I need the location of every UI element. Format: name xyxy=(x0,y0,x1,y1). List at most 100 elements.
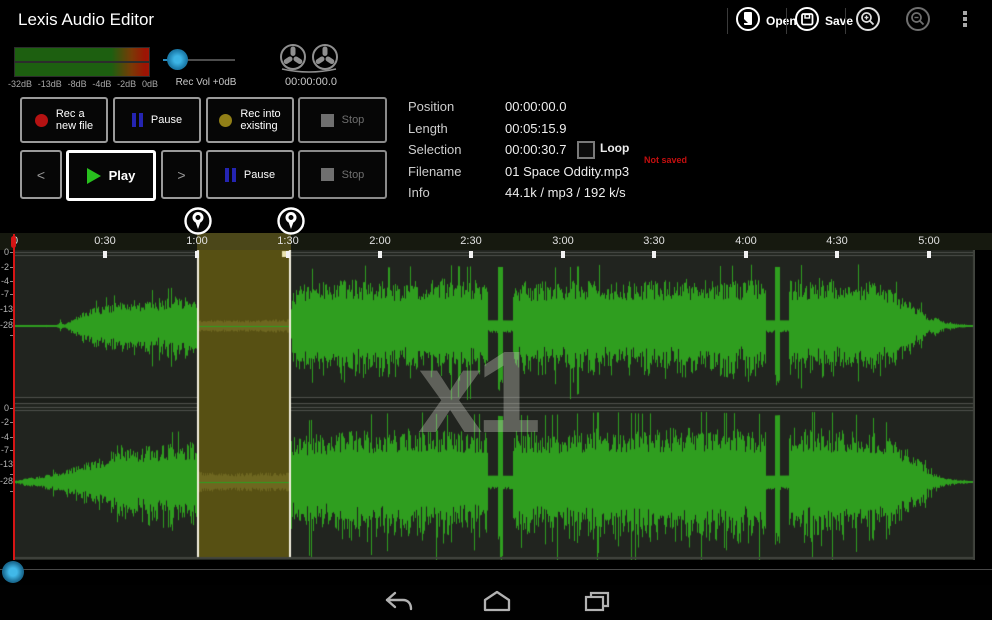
actionbar-separator xyxy=(845,8,846,34)
overflow-menu-icon[interactable] xyxy=(963,11,967,39)
pause-icon xyxy=(225,168,236,182)
save-icon xyxy=(794,6,820,37)
selection-value: 00:00:30.7 xyxy=(505,142,566,157)
db-scale-label: -7 xyxy=(0,445,13,455)
timeline-tick xyxy=(195,251,199,258)
timeline-tick xyxy=(927,251,931,258)
zoom-out-icon xyxy=(905,6,931,37)
rec-into-existing-label: Rec intoexisting xyxy=(240,108,280,132)
app-title: Lexis Audio Editor xyxy=(18,10,154,30)
play-stop-button[interactable]: Stop xyxy=(298,150,387,199)
rec-volume-thumb[interactable] xyxy=(167,49,188,70)
play-label: Play xyxy=(109,170,136,182)
play-stop-label: Stop xyxy=(342,169,365,181)
step-forward-label: > xyxy=(177,169,185,181)
actionbar-separator xyxy=(786,8,787,34)
zoom-out-button[interactable] xyxy=(905,7,931,35)
record-existing-icon xyxy=(219,114,232,127)
position-label: Position xyxy=(408,99,503,114)
open-label: Open xyxy=(766,14,797,28)
timeline-label: 3:00 xyxy=(543,235,583,247)
db-label: -13dB xyxy=(38,79,62,89)
zoom-in-icon xyxy=(855,6,881,37)
db-scale-label: 0 xyxy=(0,247,13,257)
pause-icon xyxy=(132,113,143,127)
filename-value: 01 Space Oddity.mp3 xyxy=(505,164,629,179)
playhead-cursor[interactable] xyxy=(13,234,15,560)
db-scale-label: -28 xyxy=(0,320,13,340)
timeline-tick xyxy=(103,251,107,258)
selection-end-pin[interactable] xyxy=(276,206,306,241)
db-scale-label: -4 xyxy=(0,276,13,286)
length-label: Length xyxy=(408,121,503,136)
timeline-label: 2:00 xyxy=(360,235,400,247)
db-scale-label: 0 xyxy=(0,403,13,413)
waveform-canvas[interactable] xyxy=(14,250,975,560)
playhead-handle[interactable] xyxy=(11,236,16,248)
vu-meter-left xyxy=(14,47,150,62)
timeline-tick xyxy=(835,251,839,258)
actionbar-separator xyxy=(727,8,728,34)
timeline-tick xyxy=(286,251,290,258)
rec-into-existing-button[interactable]: Rec intoexisting xyxy=(206,97,294,143)
timeline-tick xyxy=(561,251,565,258)
play-button[interactable]: Play xyxy=(66,150,156,201)
stop-icon xyxy=(321,114,334,127)
position-value: 00:00:00.0 xyxy=(505,99,566,114)
rec-stop-label: Stop xyxy=(342,114,365,126)
rec-pause-button[interactable]: Pause xyxy=(113,97,201,143)
filename-label: Filename xyxy=(408,164,503,179)
record-counter: 00:00:00.0 xyxy=(271,76,351,88)
rec-stop-button[interactable]: Stop xyxy=(298,97,387,143)
open-button[interactable]: Open xyxy=(735,7,797,35)
db-label: -32dB xyxy=(8,79,32,89)
timeline-tick xyxy=(378,251,382,258)
timeline-tick xyxy=(652,251,656,258)
waveform-scrollbar-thumb[interactable] xyxy=(2,561,24,583)
nav-back-button[interactable] xyxy=(381,589,415,620)
stop-icon xyxy=(321,168,334,181)
info-label: Info xyxy=(408,185,503,200)
db-scale-label: -28 xyxy=(0,476,13,496)
timeline-label: 2:30 xyxy=(451,235,491,247)
vu-meter-scale: -32dB -13dB -8dB -4dB -2dB 0dB xyxy=(8,79,158,89)
loop-checkbox[interactable] xyxy=(577,141,595,159)
db-label: -4dB xyxy=(92,79,111,89)
loop-label: Loop xyxy=(600,141,629,155)
step-forward-button[interactable]: > xyxy=(161,150,202,199)
selection-start-pin[interactable] xyxy=(183,206,213,241)
nav-home-button[interactable] xyxy=(482,589,512,620)
db-label: -2dB xyxy=(117,79,136,89)
app-screen: Lexis Audio Editor Open Save -32dB -13dB… xyxy=(0,0,992,620)
timeline-tick xyxy=(744,251,748,258)
play-pause-button[interactable]: Pause xyxy=(206,150,294,199)
timeline-label: 5:00 xyxy=(909,235,949,247)
rec-new-file-button[interactable]: Rec anew file xyxy=(20,97,108,143)
db-scale-label: -4 xyxy=(0,432,13,442)
waveform-scrollbar-track[interactable] xyxy=(0,569,992,570)
save-label: Save xyxy=(825,14,853,28)
not-saved-badge: Not saved xyxy=(644,155,687,165)
timeline-label: 4:30 xyxy=(817,235,857,247)
rec-new-file-label: Rec anew file xyxy=(56,108,93,132)
timeline-tick xyxy=(469,251,473,258)
nav-recents-button[interactable] xyxy=(582,589,612,620)
db-scale-label: -2 xyxy=(0,262,13,272)
play-icon xyxy=(87,168,101,184)
step-back-label: < xyxy=(37,169,45,181)
timeline-label: 4:00 xyxy=(726,235,766,247)
zoom-in-button[interactable] xyxy=(855,7,881,35)
open-icon xyxy=(735,6,761,37)
vu-meter-right xyxy=(14,62,150,77)
record-icon xyxy=(35,114,48,127)
db-scale-label: -7 xyxy=(0,289,13,299)
step-back-button[interactable]: < xyxy=(20,150,62,199)
rec-pause-label: Pause xyxy=(151,114,182,126)
info-value: 44.1k / mp3 / 192 k/s xyxy=(505,185,626,200)
db-label: 0dB xyxy=(142,79,158,89)
timeline-label: 0:30 xyxy=(85,235,125,247)
selection-label: Selection xyxy=(408,142,503,157)
rec-volume-label: Rec Vol +0dB xyxy=(158,77,254,88)
db-scale-label: -2 xyxy=(0,417,13,427)
length-value: 00:05:15.9 xyxy=(505,121,566,136)
